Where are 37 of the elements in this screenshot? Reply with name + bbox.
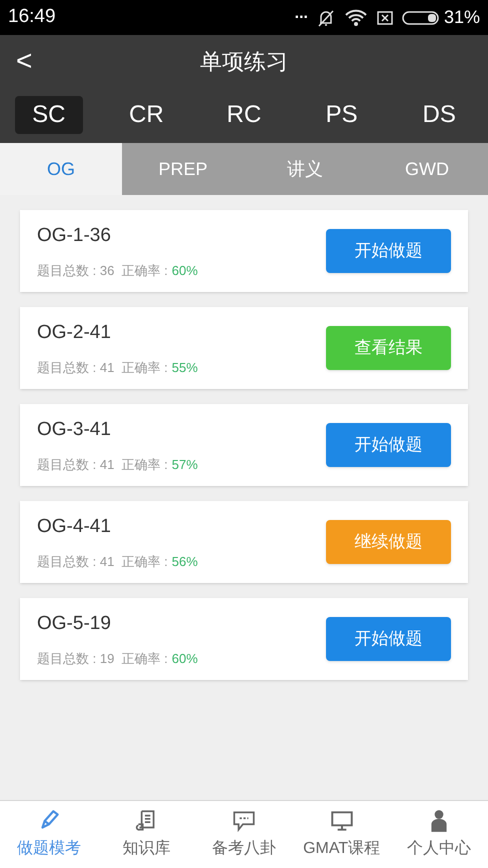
subject-tab[interactable]: DS: [405, 96, 473, 134]
set-title: OG-2-41: [37, 321, 112, 345]
subject-tab[interactable]: SC: [15, 96, 83, 134]
battery-icon: [402, 10, 440, 26]
sim-icon: [376, 8, 394, 26]
accuracy-value: 57%: [172, 456, 198, 474]
action-button[interactable]: 开始做题: [326, 229, 451, 273]
more-dots: ...: [294, 6, 308, 22]
set-stats: 题目总数 : 36 正确率 :: [37, 262, 168, 280]
back-button[interactable]: <: [16, 47, 32, 75]
accuracy-value: 60%: [172, 262, 198, 280]
battery-percent: 31%: [444, 6, 480, 29]
set-title: OG-1-36: [37, 224, 112, 248]
set-title: OG-4-41: [37, 515, 112, 539]
status-time: 16:49: [8, 5, 56, 30]
set-stats: 题目总数 : 41 正确率 :: [37, 358, 168, 376]
nav-item[interactable]: 备考八卦: [195, 801, 293, 868]
set-title: OG-3-41: [37, 418, 112, 442]
nav-item[interactable]: 知识库: [98, 801, 196, 868]
subject-tab[interactable]: CR: [112, 96, 180, 134]
set-stats: 题目总数 : 41 正确率 :: [37, 456, 168, 474]
nav-item[interactable]: 个人中心: [390, 801, 488, 868]
page-title: 单项练习: [200, 48, 288, 76]
bell-off-icon: [316, 8, 336, 28]
nav-item[interactable]: 做题模考: [0, 801, 98, 868]
subject-tab[interactable]: PS: [308, 96, 376, 134]
accuracy-value: 56%: [172, 552, 198, 570]
action-button[interactable]: 开始做题: [326, 617, 451, 661]
set-title: OG-5-19: [37, 612, 112, 636]
set-stats: 题目总数 : 19 正确率 :: [37, 650, 168, 668]
accuracy-value: 60%: [172, 650, 198, 668]
subject-tab[interactable]: RC: [210, 96, 278, 134]
action-button[interactable]: 开始做题: [326, 423, 451, 467]
accuracy-value: 55%: [172, 358, 198, 376]
wifi-icon: [344, 8, 368, 28]
nav-item[interactable]: GMAT课程: [292, 801, 390, 868]
set-stats: 题目总数 : 41 正确率 :: [37, 552, 168, 570]
